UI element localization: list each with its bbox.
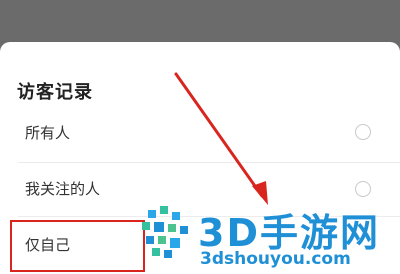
highlight-box: [10, 220, 145, 272]
watermark-url: 3dshouyou.com: [200, 249, 351, 269]
radio-following[interactable]: [355, 181, 371, 197]
option-everyone[interactable]: 所有人: [0, 106, 400, 160]
watermark-logo-icon: [142, 206, 188, 258]
radio-everyone[interactable]: [355, 124, 371, 140]
sheet-title: 访客记录: [17, 82, 93, 103]
option-label-following: 我关注的人: [25, 180, 101, 198]
watermark: 3D手游网 3dshouyou.com: [138, 200, 400, 274]
option-label-everyone: 所有人: [25, 124, 71, 142]
